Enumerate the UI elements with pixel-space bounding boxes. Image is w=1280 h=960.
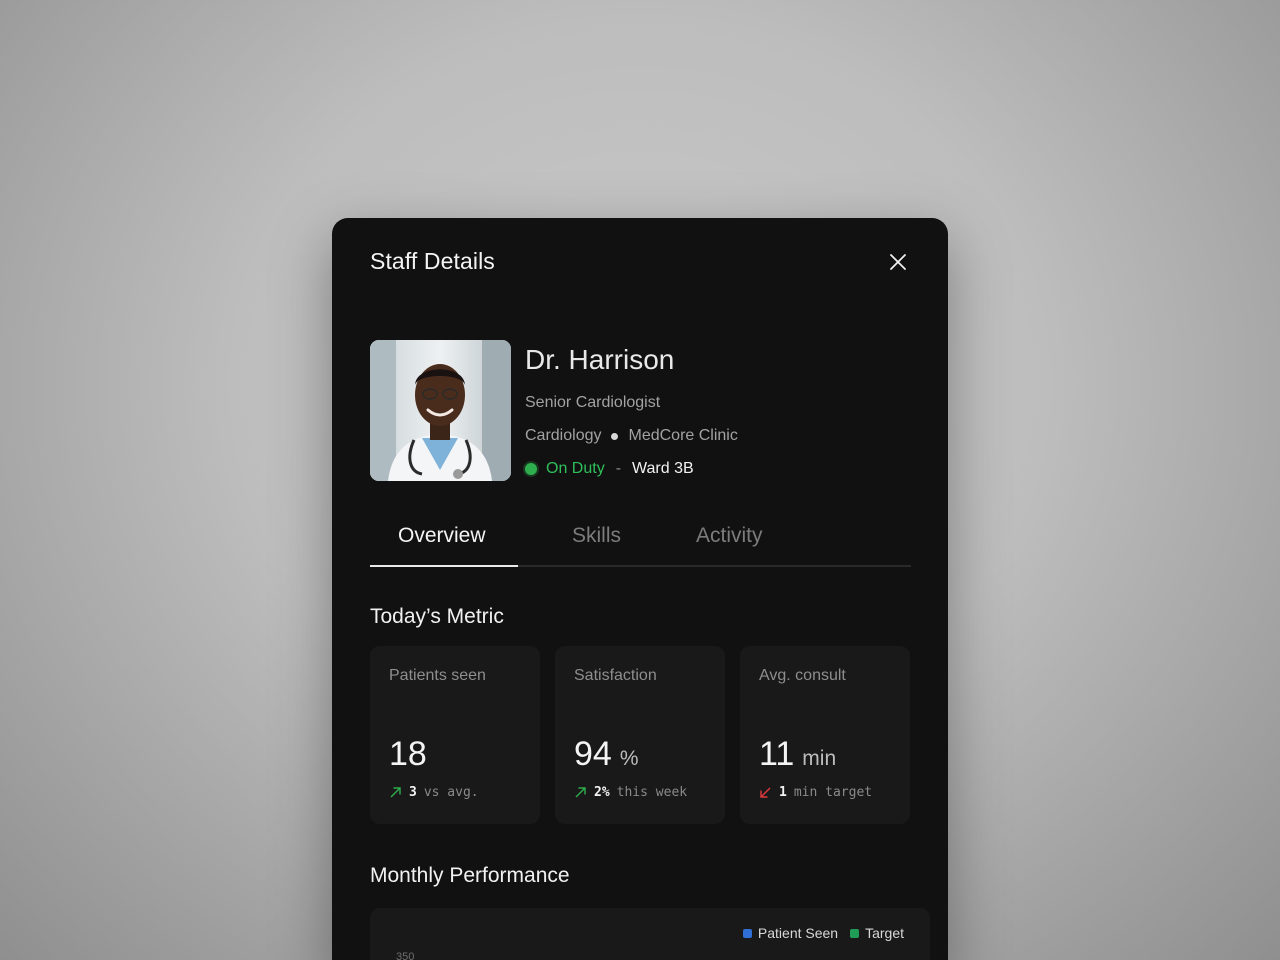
tab-bar: Overview Skills Activity (370, 518, 911, 567)
y-axis-tick: 350 (396, 951, 415, 960)
metric-value-row: 18 (389, 735, 435, 774)
legend-label: Patient Seen (757, 925, 839, 941)
legend-item-target: Target (850, 925, 904, 941)
performance-section-title: Monthly Performance (370, 864, 570, 887)
delta-value: 2% (594, 785, 610, 800)
staff-name: Dr. Harrison (525, 344, 675, 375)
metric-label: Satisfaction (574, 667, 657, 684)
staff-details-modal: Staff Details Dr. Harrison Senior Cardio… (332, 218, 948, 960)
department: Cardiology (525, 427, 602, 444)
delta-value: 1 (779, 785, 787, 800)
legend-item-patient-seen: Patient Seen (742, 925, 839, 941)
department-row: Cardiology MedCore Clinic (525, 427, 738, 445)
legend-swatch (742, 928, 752, 938)
metric-value: 94 (574, 735, 612, 773)
tab-skills[interactable]: Skills (572, 524, 621, 548)
ward: Ward 3B (632, 460, 694, 477)
status-text: On Duty (546, 460, 605, 477)
delta-text: this week (616, 785, 688, 800)
metric-value: 11 (759, 735, 795, 773)
metric-label: Patients seen (389, 667, 486, 684)
tab-overview[interactable]: Overview (398, 524, 486, 548)
delta-value: 3 (409, 785, 417, 800)
close-icon (890, 254, 906, 270)
metric-delta: 2% this week (574, 785, 687, 800)
metric-delta: 3 vs avg. (389, 785, 479, 800)
arrow-up-right-icon (390, 787, 401, 798)
metric-card-satisfaction: Satisfaction 94 % 2% this week (555, 646, 725, 824)
metric-label: Avg. consult (759, 667, 846, 684)
performance-chart: Patient Seen Target 350 (370, 908, 930, 960)
staff-role: Senior Cardiologist (525, 394, 661, 411)
legend-label: Target (865, 925, 904, 941)
avatar (370, 340, 511, 481)
metric-cards: Patients seen 18 3 vs avg. Satisfaction … (370, 646, 911, 824)
separator-dot (611, 432, 619, 440)
delta-text: vs avg. (423, 785, 479, 800)
status-separator: - (615, 460, 622, 477)
metric-value: 18 (389, 735, 427, 773)
clinic: MedCore Clinic (628, 427, 738, 444)
metric-unit: min (802, 747, 837, 770)
metrics-section-title: Today’s Metric (370, 605, 504, 628)
metric-card-patients: Patients seen 18 3 vs avg. (370, 646, 540, 824)
tab-activity[interactable]: Activity (696, 524, 763, 548)
metric-value-row: 94 % (574, 735, 639, 774)
metric-unit: % (619, 747, 639, 770)
close-button[interactable] (884, 248, 912, 276)
metric-delta: 1 min target (759, 785, 872, 800)
metric-card-avg-consult: Avg. consult 11 min 1 min target (740, 646, 910, 824)
modal-title: Staff Details (370, 248, 495, 274)
delta-text: min target (793, 785, 873, 800)
arrow-down-left-icon (760, 787, 771, 798)
legend-swatch (850, 928, 860, 938)
active-tab-indicator (370, 565, 518, 567)
status-indicator-icon (525, 463, 537, 475)
arrow-up-right-icon (575, 787, 586, 798)
metric-value-row: 11 min (759, 735, 836, 774)
chart-legend: Patient Seen Target (742, 925, 904, 941)
status-row: On Duty - Ward 3B (525, 460, 694, 478)
